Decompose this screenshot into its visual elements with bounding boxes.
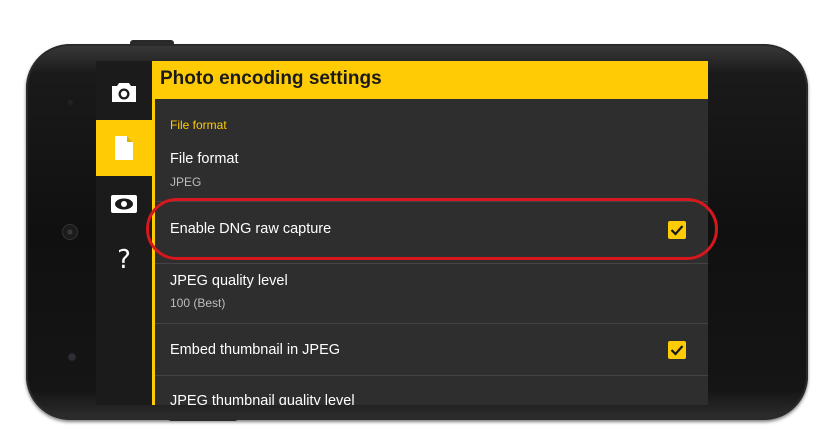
jpeg-quality-value: 100 (Best)	[170, 296, 226, 310]
sensor	[69, 354, 75, 360]
section-header: File format	[170, 118, 227, 132]
thumbnail-quality-title: JPEG thumbnail quality level	[170, 393, 355, 405]
embed-thumbnail-title: Embed thumbnail in JPEG	[170, 342, 341, 358]
eye-icon	[111, 195, 137, 213]
title-bar: Photo encoding settings	[155, 61, 708, 99]
page-title: Photo encoding settings	[160, 68, 382, 89]
sidebar-item-camera[interactable]	[96, 64, 152, 120]
sidebar-item-file[interactable]	[96, 120, 152, 176]
thumbnail-quality-row[interactable]: JPEG thumbnail quality level	[155, 376, 708, 405]
help-icon: ?	[117, 245, 131, 275]
check-icon	[670, 345, 684, 356]
volume-button	[130, 40, 174, 46]
jpeg-quality-row[interactable]: JPEG quality level 100 (Best)	[155, 264, 708, 320]
sidebar-item-view[interactable]	[96, 176, 152, 232]
speaker-grille	[62, 224, 78, 240]
file-format-value: JPEG	[170, 175, 202, 189]
file-format-title: File format	[170, 151, 239, 167]
power-button	[168, 416, 238, 421]
embed-thumbnail-checkbox[interactable]	[668, 341, 686, 359]
file-icon	[115, 136, 133, 160]
jpeg-quality-title: JPEG quality level	[170, 273, 288, 289]
sidebar: ?	[96, 61, 152, 405]
front-camera	[68, 100, 73, 105]
sidebar-item-help[interactable]: ?	[96, 232, 152, 288]
highlight-ellipse	[146, 198, 718, 260]
file-format-row[interactable]: File format JPEG	[155, 143, 708, 199]
embed-thumbnail-row[interactable]: Embed thumbnail in JPEG	[155, 324, 708, 376]
camera-icon	[112, 83, 136, 102]
